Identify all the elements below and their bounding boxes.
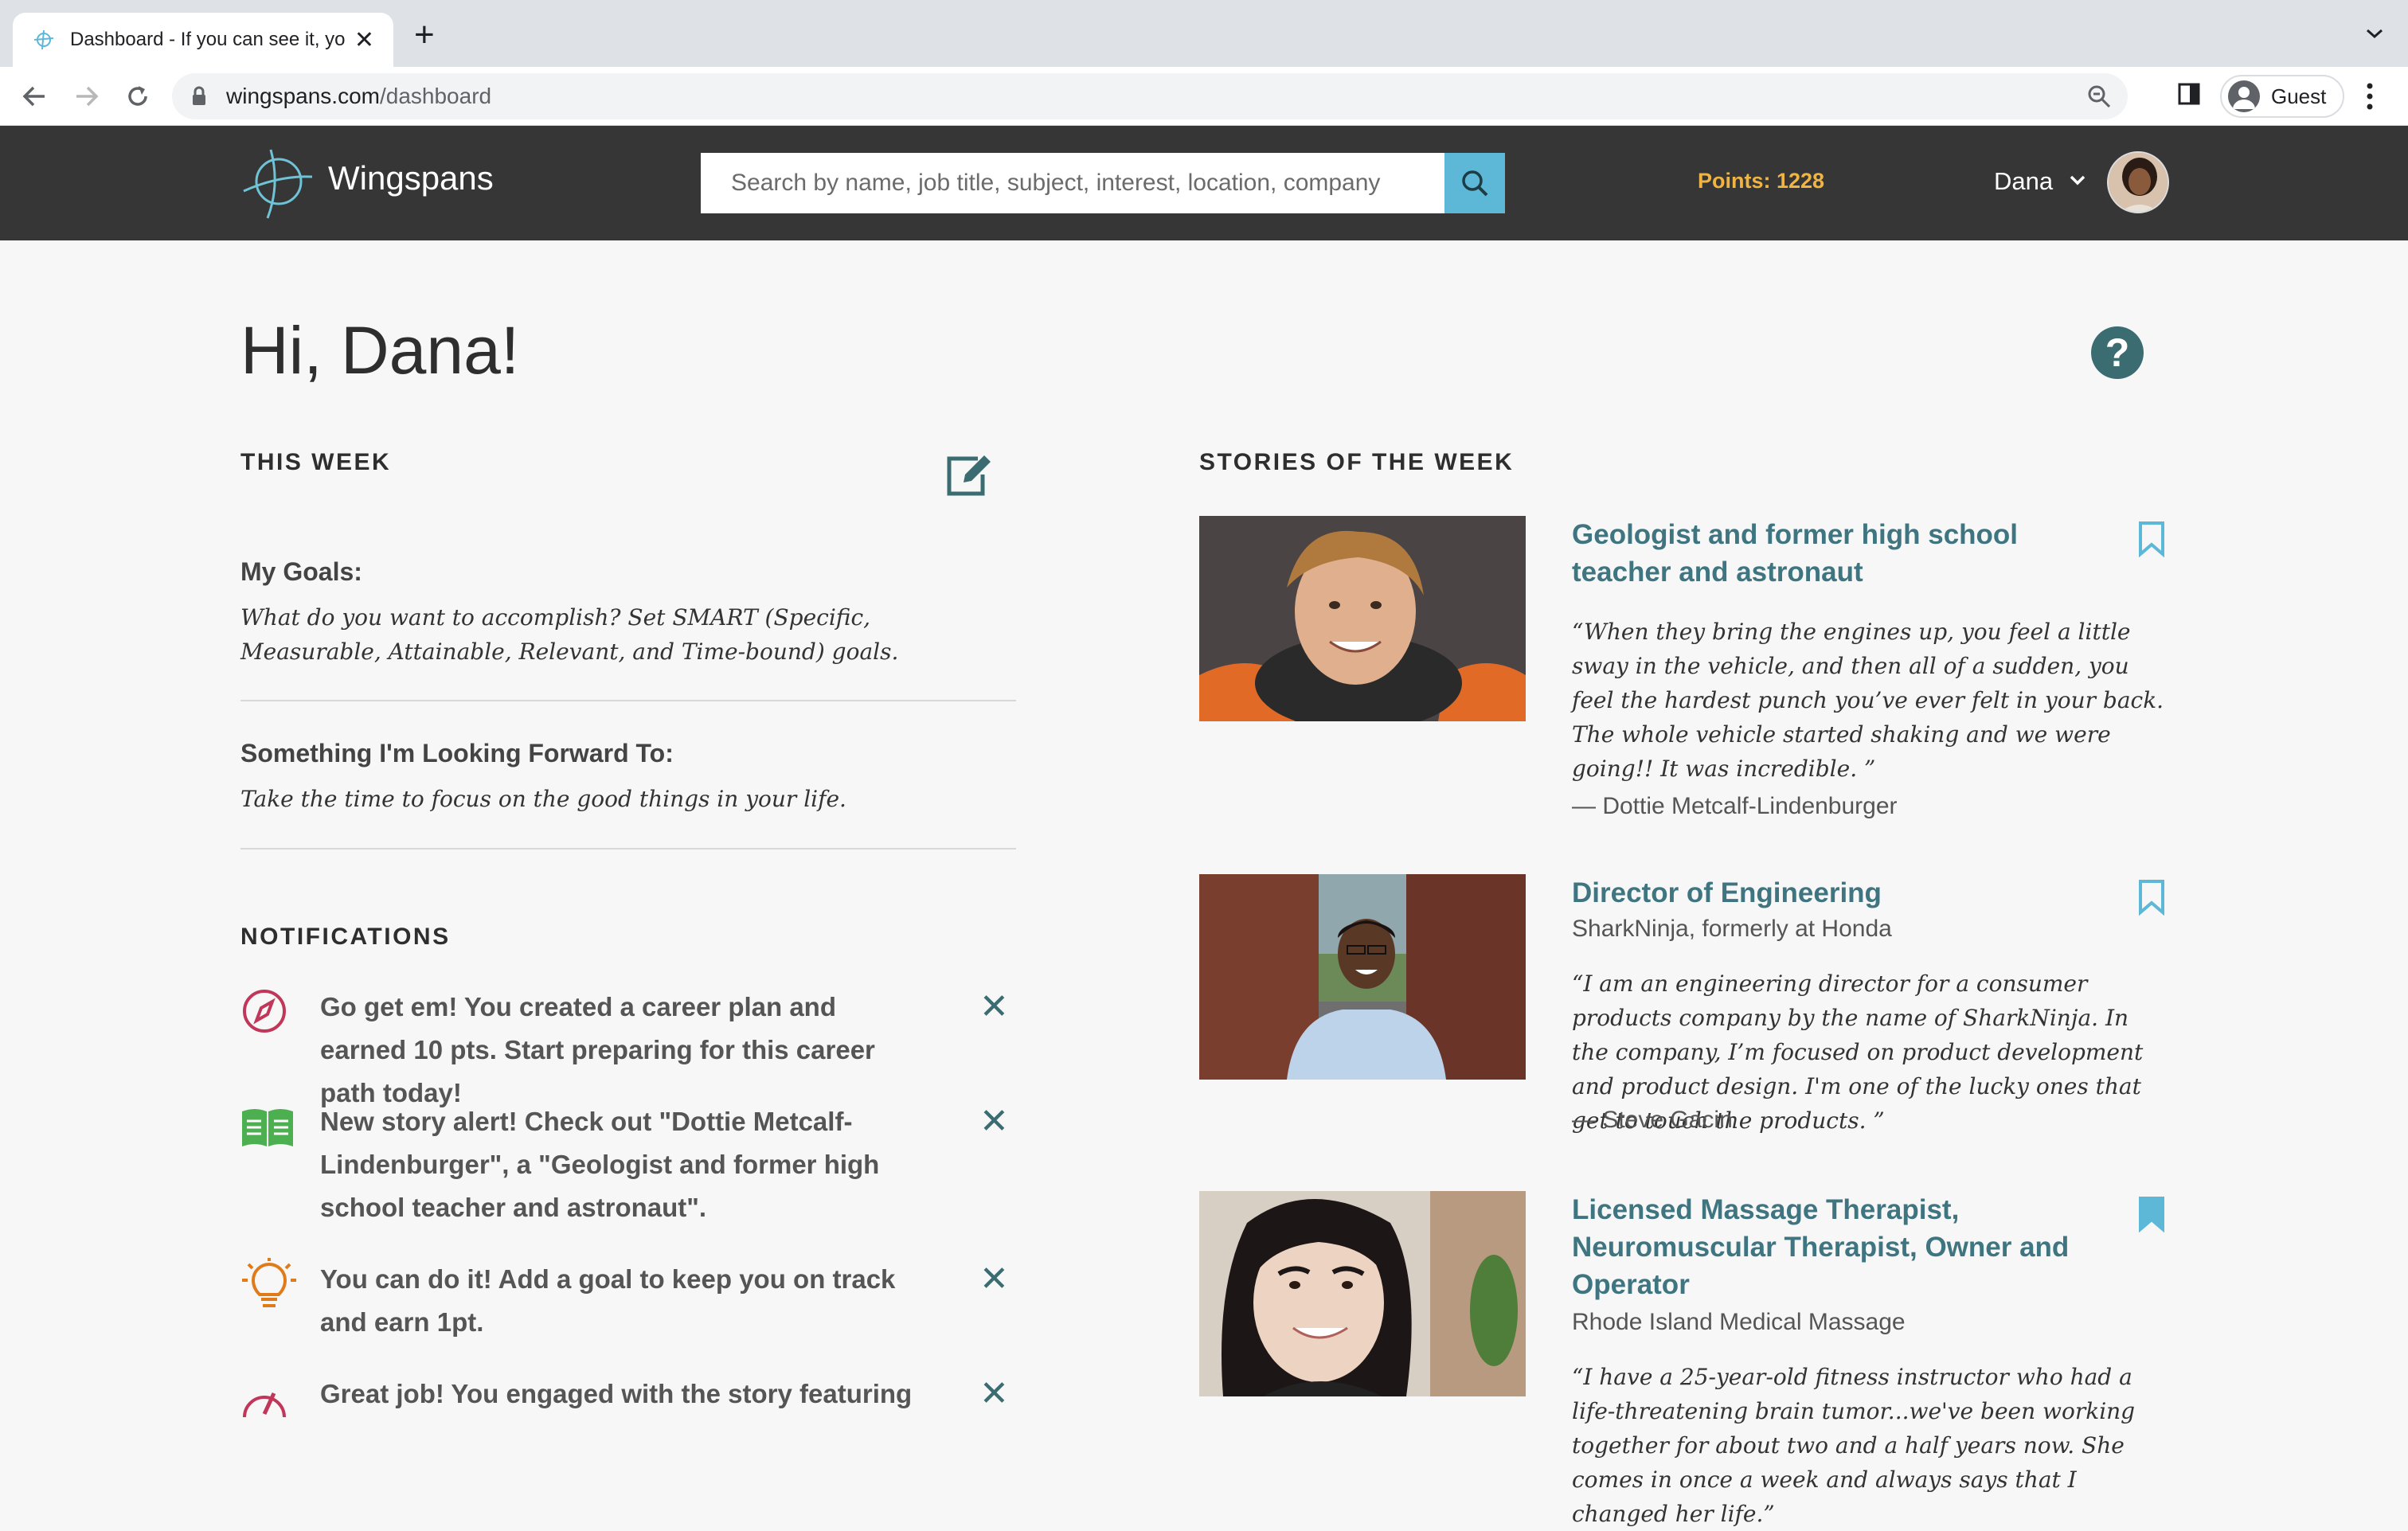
this-week-heading: THIS WEEK xyxy=(240,449,392,475)
notifications-heading: NOTIFICATIONS xyxy=(240,924,451,950)
tab-title: Dashboard - If you can see it, you xyxy=(70,29,345,50)
profile-label: Guest xyxy=(2271,84,2327,108)
dismiss-notification-icon[interactable]: ✕ xyxy=(979,1100,1009,1143)
looking-forward-heading: Something I'm Looking Forward To: xyxy=(240,739,674,767)
dismiss-notification-icon[interactable]: ✕ xyxy=(979,1373,1009,1416)
site-header: Wingspans Points: 1228 Dana xyxy=(0,126,2408,240)
story-photo[interactable] xyxy=(1199,1191,1526,1396)
stories-heading: STORIES OF THE WEEK xyxy=(1199,449,1515,475)
book-icon xyxy=(242,1109,293,1146)
edit-icon[interactable] xyxy=(944,452,994,498)
notification-text[interactable]: Go get em! You created a career plan and… xyxy=(320,986,925,1115)
notification-text[interactable]: Great job! You engaged with the story fe… xyxy=(320,1373,925,1416)
url-text: wingspans.com/dashboard xyxy=(226,84,492,108)
story-subtitle: Rhode Island Medical Massage xyxy=(1572,1309,1906,1335)
dismiss-notification-icon[interactable]: ✕ xyxy=(979,1258,1009,1301)
forward-arrow-icon[interactable] xyxy=(73,83,100,110)
story-title[interactable]: Geologist and former high school teacher… xyxy=(1572,516,2082,591)
guest-avatar-icon xyxy=(2228,80,2260,112)
site-search xyxy=(701,153,1505,213)
zoom-icon[interactable] xyxy=(2086,84,2112,109)
page-greeting: Hi, Dana! xyxy=(240,313,520,388)
search-button[interactable] xyxy=(1444,153,1505,213)
lightbulb-icon xyxy=(242,1258,296,1307)
story-quote: “When they bring the engines up, you fee… xyxy=(1572,619,2164,782)
goals-heading: My Goals: xyxy=(240,557,362,586)
browser-tab[interactable]: Dashboard - If you can see it, you ✕ xyxy=(13,13,393,67)
side-panel-icon[interactable] xyxy=(2177,82,2201,106)
story-author[interactable]: — Steve Gacin xyxy=(1572,1107,1733,1134)
tab-search-chevron-icon[interactable] xyxy=(2365,25,2384,41)
notification-text[interactable]: You can do it! Add a goal to keep you on… xyxy=(320,1258,925,1344)
gauge-icon xyxy=(243,1392,286,1418)
new-tab-icon[interactable]: + xyxy=(414,18,435,53)
compass-icon xyxy=(243,990,286,1033)
points-counter[interactable]: Points: 1228 xyxy=(1698,169,1824,193)
chevron-down-icon[interactable] xyxy=(2069,174,2086,186)
profile-button[interactable]: Guest xyxy=(2220,75,2344,118)
browser-tabstrip: Dashboard - If you can see it, you ✕ + xyxy=(0,0,2408,67)
user-avatar[interactable] xyxy=(2107,151,2169,213)
brand-name[interactable]: Wingspans xyxy=(328,159,494,197)
story-subtitle: SharkNinja, formerly at Honda xyxy=(1572,916,1892,942)
looking-forward-prompt[interactable]: Take the time to focus on the good thing… xyxy=(240,782,989,816)
story-title[interactable]: Licensed Massage Therapist, Neuromuscula… xyxy=(1572,1191,2082,1303)
bookmark-icon[interactable] xyxy=(2137,521,2166,557)
lock-icon[interactable] xyxy=(191,86,207,107)
bookmark-icon[interactable] xyxy=(2137,879,2166,916)
search-input[interactable] xyxy=(701,153,1444,213)
notification-text[interactable]: New story alert! Check out "Dottie Metca… xyxy=(320,1100,925,1229)
story-photo[interactable] xyxy=(1199,874,1526,1080)
browser-toolbar: wingspans.com/dashboard Guest xyxy=(0,67,2408,126)
address-bar[interactable]: wingspans.com/dashboard xyxy=(172,73,2128,119)
divider xyxy=(240,848,1016,849)
reload-icon[interactable] xyxy=(124,83,151,110)
browser-menu-icon[interactable] xyxy=(2365,81,2375,111)
story-author[interactable]: — Dottie Metcalf-Lindenburger xyxy=(1572,793,1898,820)
tab-close-icon[interactable]: ✕ xyxy=(354,26,374,54)
story-photo[interactable] xyxy=(1199,516,1526,721)
dismiss-notification-icon[interactable]: ✕ xyxy=(979,986,1009,1029)
help-icon[interactable]: ? xyxy=(2091,326,2144,379)
back-arrow-icon[interactable] xyxy=(21,83,48,110)
bookmark-filled-icon[interactable] xyxy=(2137,1196,2166,1232)
story-quote: “I have a 25-year-old fitness instructor… xyxy=(1572,1364,2136,1527)
wingspans-favicon-icon xyxy=(33,29,54,50)
story-title[interactable]: Director of Engineering xyxy=(1572,874,2082,912)
wingspans-logo-icon[interactable] xyxy=(239,145,315,221)
user-menu-name[interactable]: Dana xyxy=(1994,167,2053,196)
goals-prompt[interactable]: What do you want to accomplish? Set SMAR… xyxy=(240,600,989,669)
divider xyxy=(240,700,1016,701)
search-icon xyxy=(1462,170,1488,197)
